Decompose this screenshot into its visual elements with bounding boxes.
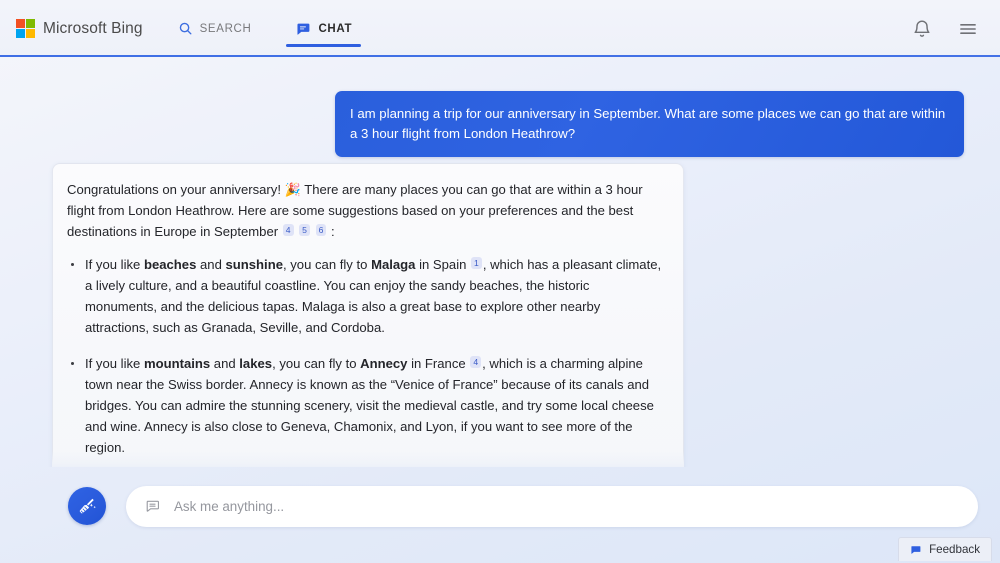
broom-icon xyxy=(79,498,96,514)
new-topic-button[interactable] xyxy=(68,487,106,525)
bullet-keyword: beaches xyxy=(143,257,197,272)
bullet-middle: , you can fly to xyxy=(282,257,372,272)
chat-bubble-icon xyxy=(146,500,160,512)
citation-badge[interactable]: 6 xyxy=(315,224,327,236)
search-input[interactable] xyxy=(174,498,960,514)
feedback-label: Feedback xyxy=(929,543,980,556)
assistant-response-card: Congratulations on your anniversary! 🎉 T… xyxy=(52,163,684,467)
response-intro: Congratulations on your anniversary! 🎉 T… xyxy=(66,179,665,242)
bullet-country: in Spain xyxy=(415,257,471,272)
brand-label: Microsoft Bing xyxy=(43,19,143,37)
header-tabs: SEARCH CHAT xyxy=(174,0,361,57)
notification-bell-icon[interactable] xyxy=(912,19,932,39)
chat-bubble-icon xyxy=(297,23,310,35)
bullet-place: Malaga xyxy=(371,257,416,272)
intro-suffix: : xyxy=(331,224,335,239)
feedback-bubble-icon xyxy=(911,545,921,554)
party-popper-icon: 🎉 xyxy=(284,182,301,197)
list-item: If you like beaches and sunshine, you ca… xyxy=(66,254,665,338)
microsoft-logo-icon xyxy=(16,19,35,38)
bullet-place: Annecy xyxy=(360,356,408,371)
tab-chat[interactable]: CHAT xyxy=(286,0,361,57)
tab-chat-label: CHAT xyxy=(318,22,353,35)
search-icon xyxy=(179,22,192,35)
bullet-conjunction: and xyxy=(210,356,240,371)
bullet-country: in France xyxy=(407,356,470,371)
suggestion-list: If you like beaches and sunshine, you ca… xyxy=(66,254,665,467)
composer-bar xyxy=(0,480,1000,532)
composer-input-wrap[interactable] xyxy=(126,485,978,527)
tab-search[interactable]: SEARCH xyxy=(174,0,256,57)
bullet-lead-in: If you like xyxy=(85,356,144,371)
intro-text-1: Congratulations on your anniversary! xyxy=(67,182,281,197)
bullet-keyword: lakes xyxy=(239,356,273,371)
bullet-middle: , you can fly to xyxy=(272,356,361,371)
bullet-conjunction: and xyxy=(196,257,226,272)
hamburger-menu-icon[interactable] xyxy=(958,19,978,39)
conversation-area: I am planning a trip for our anniversary… xyxy=(0,57,1000,467)
app-header: Microsoft Bing SEARCH CHAT xyxy=(0,0,1000,57)
header-actions xyxy=(912,19,978,39)
bullet-keyword: mountains xyxy=(143,356,211,371)
list-item: If you like mountains and lakes, you can… xyxy=(66,353,665,458)
citation-badge[interactable]: 4 xyxy=(282,224,294,236)
brand[interactable]: Microsoft Bing xyxy=(16,19,143,38)
citation-badge[interactable]: 1 xyxy=(471,257,482,269)
tab-search-label: SEARCH xyxy=(199,22,252,35)
citation-badge[interactable]: 5 xyxy=(299,224,310,236)
bullet-lead-in: If you like xyxy=(85,257,144,272)
bullet-keyword: sunshine xyxy=(225,257,283,272)
feedback-button[interactable]: Feedback xyxy=(898,537,992,561)
citation-badge[interactable]: 4 xyxy=(470,356,482,368)
user-message-bubble: I am planning a trip for our anniversary… xyxy=(335,91,964,157)
